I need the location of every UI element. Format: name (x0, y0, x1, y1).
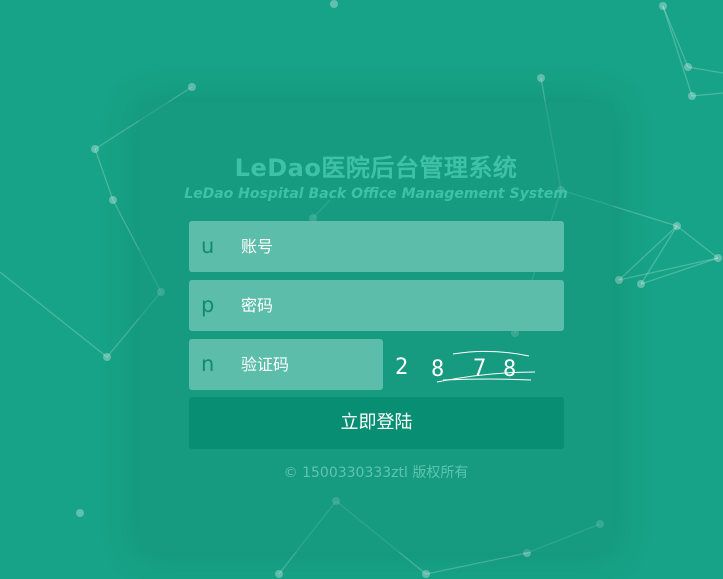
password-field[interactable]: p 密码 (189, 280, 564, 331)
copyright-text: © 1500330333ztl 版权所有 (283, 465, 469, 481)
captcha-icon: n (201, 352, 215, 376)
captcha-digit: 2 (395, 355, 408, 380)
lock-icon: p (201, 293, 215, 317)
captcha-digit: 8 (431, 357, 444, 382)
username-placeholder: 账号 (241, 237, 274, 256)
captcha-digit: 8 (503, 357, 516, 382)
password-placeholder: 密码 (241, 296, 274, 315)
user-icon: u (201, 234, 215, 258)
page-title: LeDao医院后台管理系统 (234, 154, 518, 182)
captcha-image[interactable]: 2 8 7 8 (391, 342, 541, 392)
page-subtitle: LeDao Hospital Back Office Management Sy… (184, 186, 568, 202)
login-button[interactable]: 立即登陆 (189, 397, 564, 449)
captcha-input[interactable]: n 验证码 (189, 339, 383, 390)
login-card: LeDao医院后台管理系统 LeDao Hospital Back Office… (139, 102, 613, 552)
username-field[interactable]: u 账号 (189, 221, 564, 272)
captcha-placeholder: 验证码 (241, 355, 290, 374)
captcha-digit: 7 (473, 356, 486, 381)
